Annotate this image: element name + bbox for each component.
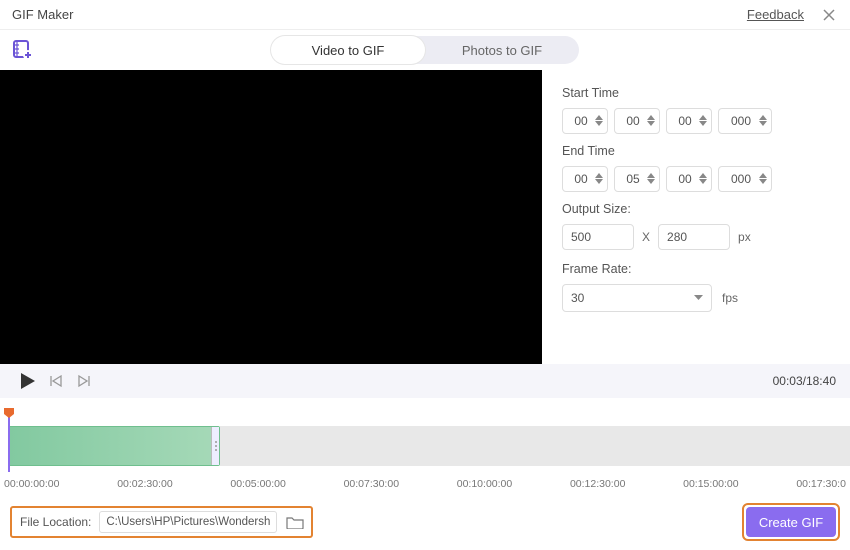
output-width[interactable] bbox=[562, 224, 634, 250]
file-location-box: File Location: C:\Users\HP\Pictures\Wond… bbox=[10, 506, 313, 538]
chevron-down-icon[interactable] bbox=[595, 179, 603, 185]
file-location-label: File Location: bbox=[20, 515, 91, 529]
output-height[interactable] bbox=[658, 224, 730, 250]
chevron-down-icon[interactable] bbox=[647, 121, 655, 127]
timeline-clip[interactable] bbox=[8, 426, 220, 466]
end-minutes[interactable] bbox=[614, 166, 660, 192]
tab-bar: Video to GIF Photos to GIF bbox=[0, 30, 850, 70]
px-unit: px bbox=[738, 230, 751, 244]
tick-label: 00:00:00:00 bbox=[4, 478, 59, 490]
prev-frame-button[interactable] bbox=[42, 374, 70, 388]
tick-label: 00:17:30:0 bbox=[796, 478, 846, 490]
create-gif-highlight: Create GIF bbox=[742, 503, 840, 541]
timeline-track-empty bbox=[220, 426, 850, 466]
end-hours[interactable] bbox=[562, 166, 608, 192]
add-media-icon[interactable] bbox=[12, 39, 34, 61]
x-separator: X bbox=[642, 230, 650, 244]
settings-panel: Start Time End Time Output Size: X px Fr… bbox=[542, 70, 850, 364]
file-location-select[interactable]: C:\Users\HP\Pictures\Wondersh bbox=[99, 511, 277, 533]
tick-label: 00:05:00:00 bbox=[230, 478, 285, 490]
tab-photos-to-gif[interactable]: Photos to GIF bbox=[425, 36, 579, 64]
playback-bar: 00:03/18:40 bbox=[0, 364, 850, 398]
timeline[interactable]: 00:00:00:00 00:02:30:00 00:05:00:00 00:0… bbox=[0, 398, 850, 502]
close-icon[interactable] bbox=[820, 6, 838, 24]
bottom-bar: File Location: C:\Users\HP\Pictures\Wond… bbox=[10, 504, 840, 540]
chevron-down-icon[interactable] bbox=[759, 179, 767, 185]
timeline-ticks: 00:00:00:00 00:02:30:00 00:05:00:00 00:0… bbox=[0, 478, 850, 490]
tick-label: 00:12:30:00 bbox=[570, 478, 625, 490]
tick-label: 00:02:30:00 bbox=[117, 478, 172, 490]
tick-label: 00:07:30:00 bbox=[344, 478, 399, 490]
start-ms[interactable] bbox=[718, 108, 772, 134]
tab-video-to-gif[interactable]: Video to GIF bbox=[271, 36, 425, 64]
output-size-label: Output Size: bbox=[562, 202, 830, 216]
frame-rate-label: Frame Rate: bbox=[562, 262, 830, 276]
video-preview bbox=[0, 70, 542, 364]
chevron-down-icon bbox=[694, 295, 703, 301]
start-hours[interactable] bbox=[562, 108, 608, 134]
folder-icon[interactable] bbox=[285, 513, 305, 531]
chevron-down-icon[interactable] bbox=[699, 179, 707, 185]
fps-unit: fps bbox=[722, 291, 738, 305]
next-frame-button[interactable] bbox=[70, 374, 98, 388]
start-seconds[interactable] bbox=[666, 108, 712, 134]
tick-label: 00:15:00:00 bbox=[683, 478, 738, 490]
end-seconds[interactable] bbox=[666, 166, 712, 192]
frame-rate-select[interactable]: 30 bbox=[562, 284, 712, 312]
playhead[interactable] bbox=[8, 414, 10, 472]
frame-rate-value: 30 bbox=[571, 291, 584, 305]
feedback-link[interactable]: Feedback bbox=[747, 7, 804, 22]
window-header: GIF Maker Feedback bbox=[0, 0, 850, 30]
chevron-down-icon[interactable] bbox=[647, 179, 655, 185]
end-ms[interactable] bbox=[718, 166, 772, 192]
end-time-label: End Time bbox=[562, 144, 830, 158]
start-minutes[interactable] bbox=[614, 108, 660, 134]
tick-label: 00:10:00:00 bbox=[457, 478, 512, 490]
playback-time: 00:03/18:40 bbox=[773, 374, 836, 388]
create-gif-button[interactable]: Create GIF bbox=[746, 507, 836, 537]
play-button[interactable] bbox=[14, 373, 42, 389]
file-location-path: C:\Users\HP\Pictures\Wondersh bbox=[106, 516, 270, 528]
clip-handle[interactable] bbox=[211, 427, 219, 465]
chevron-down-icon[interactable] bbox=[759, 121, 767, 127]
chevron-down-icon[interactable] bbox=[595, 121, 603, 127]
mode-tabs: Video to GIF Photos to GIF bbox=[271, 36, 579, 64]
start-time-label: Start Time bbox=[562, 86, 830, 100]
chevron-down-icon[interactable] bbox=[699, 121, 707, 127]
window-title: GIF Maker bbox=[12, 7, 747, 22]
